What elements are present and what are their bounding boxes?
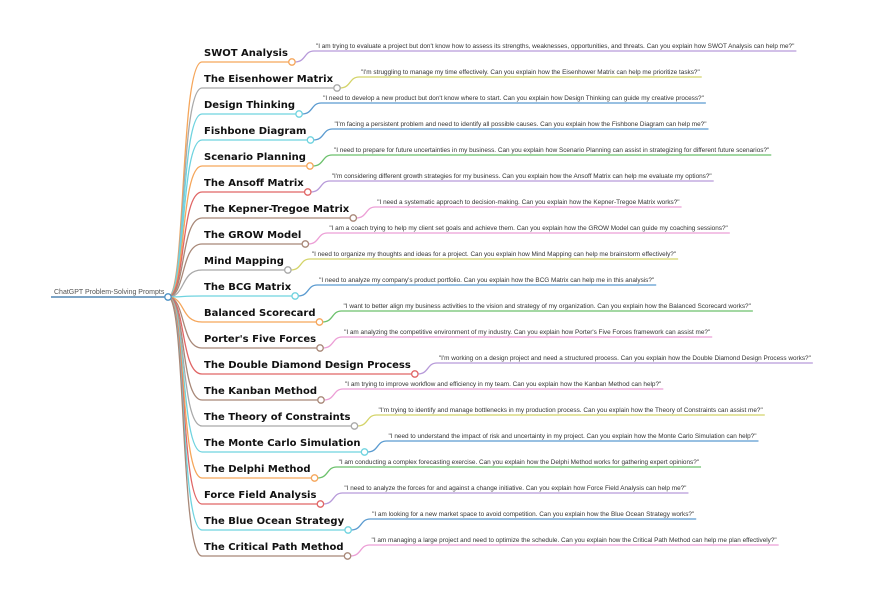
prompt-edge (322, 310, 753, 323)
prompt-text: "I need to analyze my company's product … (319, 277, 654, 284)
topic-collapse-toggle[interactable] (310, 474, 319, 482)
prompt-edge (323, 492, 689, 505)
topic-collapse-toggle[interactable] (316, 500, 325, 508)
topic-title: The Ansoff Matrix (204, 178, 304, 189)
topic-collapse-toggle[interactable] (288, 58, 296, 66)
topic-title: The Kanban Method (204, 386, 317, 397)
topic-collapse-toggle[interactable] (295, 110, 303, 118)
topic-title: The Theory of Constraints (204, 412, 350, 423)
prompt-text: "I need to develop a new product but don… (323, 95, 704, 102)
prompt-edge (308, 232, 730, 245)
prompt-text: "I'm working on a design project and nee… (439, 355, 811, 362)
prompt-text: "I'm considering different growth strate… (332, 173, 712, 180)
topic-title: The Eisenhower Matrix (204, 74, 334, 85)
topic-collapse-toggle[interactable] (306, 136, 315, 144)
topic-collapse-toggle[interactable] (284, 266, 292, 274)
prompt-edge (294, 50, 797, 63)
topic-collapse-toggle[interactable] (343, 552, 352, 560)
topic-node[interactable]: SWOT Analysis "I am trying to evaluate a … (204, 43, 794, 66)
topic-title: Force Field Analysis (204, 490, 316, 501)
topic-title: The Monte Carlo Simulation (204, 438, 361, 449)
branch-edge (167, 295, 293, 298)
topic-collapse-toggle[interactable] (317, 396, 325, 404)
prompt-text: "I am looking for a new market space to … (372, 511, 694, 518)
topic-title: The Delphi Method (204, 464, 311, 475)
prompt-edge (356, 206, 682, 219)
topics-layer: SWOT Analysis "I am trying to evaluate a … (204, 43, 811, 560)
prompt-edge (323, 388, 664, 401)
prompt-edge (302, 102, 706, 115)
topic-collapse-toggle[interactable] (303, 188, 312, 196)
topic-title: The Kepner-Tregoe Matrix (204, 204, 350, 215)
prompt-text: "I need to understand the impact of risk… (389, 433, 757, 440)
topic-title: Scenario Planning (204, 152, 306, 163)
topic-title: Balanced Scorecard (204, 308, 316, 319)
prompt-text: "I'm struggling to manage my time effect… (361, 69, 700, 76)
prompt-edge (323, 336, 713, 349)
prompt-edge (317, 466, 702, 479)
topic-collapse-toggle[interactable] (306, 162, 314, 170)
prompt-edge (339, 76, 702, 89)
root-node[interactable]: ChatGPT Problem-Solving Prompts (51, 289, 172, 301)
topic-collapse-toggle[interactable] (316, 344, 324, 352)
prompt-edge (298, 284, 657, 297)
prompt-text: "I'm facing a persistent problem and nee… (334, 121, 706, 128)
prompt-text: "I need to organize my thoughts and idea… (312, 251, 676, 258)
mind-map: ChatGPT Problem-Solving Prompts SWOT Ana… (51, 43, 813, 560)
topic-collapse-toggle[interactable] (301, 240, 310, 248)
prompt-edge (313, 128, 709, 141)
topic-title: Porter's Five Forces (204, 334, 316, 345)
topic-collapse-toggle[interactable] (349, 214, 358, 222)
prompt-text: "I need to analyze the forces for and ag… (344, 485, 686, 492)
topic-collapse-toggle[interactable] (350, 422, 359, 430)
topic-title: The Critical Path Method (204, 542, 344, 553)
topic-title: The Double Diamond Design Process (204, 360, 411, 371)
root-collapse-toggle[interactable] (164, 293, 172, 301)
topic-collapse-toggle[interactable] (333, 84, 341, 92)
prompt-edge (351, 518, 697, 531)
prompt-text: "I need a systematic approach to decisio… (377, 199, 679, 206)
topic-title: The Blue Ocean Strategy (204, 516, 345, 527)
prompt-text: "I'm trying to identify and manage bottl… (378, 407, 762, 414)
topic-title: Fishbone Diagram (204, 126, 306, 137)
topic-title: SWOT Analysis (204, 48, 288, 59)
prompt-edge (357, 414, 765, 427)
topic-collapse-toggle[interactable] (291, 292, 300, 300)
prompt-text: "I am trying to improve workflow and eff… (345, 381, 661, 388)
prompt-text: "I am a coach trying to help my client s… (329, 225, 727, 232)
topic-collapse-toggle[interactable] (410, 370, 419, 378)
topic-collapse-toggle[interactable] (360, 448, 369, 456)
root-label: ChatGPT Problem-Solving Prompts (54, 289, 165, 296)
prompt-text: "I am conducting a complex forecasting e… (339, 459, 699, 466)
topic-title: Design Thinking (204, 100, 295, 111)
prompt-edge (367, 440, 759, 453)
prompt-text: "I want to better align my business acti… (344, 303, 751, 310)
prompt-edge (312, 154, 772, 167)
topic-collapse-toggle[interactable] (344, 526, 352, 534)
prompt-edge (350, 544, 779, 557)
topic-collapse-toggle[interactable] (315, 318, 324, 326)
prompt-text: "I am trying to evaluate a project but d… (316, 43, 794, 50)
prompt-text: "I am analyzing the competitive environm… (344, 329, 710, 336)
prompt-edge (310, 180, 714, 193)
topic-title: Mind Mapping (204, 256, 284, 267)
topic-title: The GROW Model (204, 230, 301, 241)
topic-title: The BCG Matrix (204, 282, 292, 293)
prompt-text: "I need to prepare for future uncertaint… (334, 147, 769, 154)
prompt-edge (417, 362, 813, 375)
prompt-text: "I am managing a large project and need … (372, 537, 777, 544)
prompt-edge (290, 258, 679, 271)
